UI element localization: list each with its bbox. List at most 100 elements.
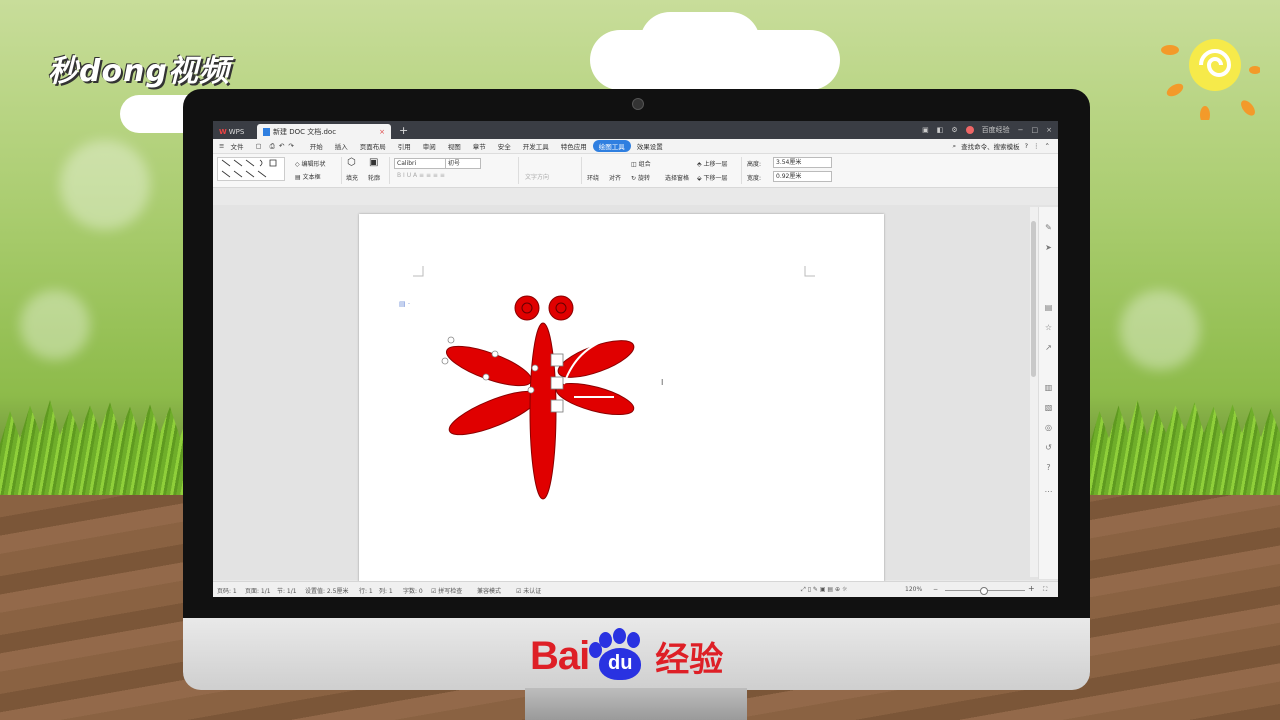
undo-icon[interactable]: ↶	[277, 142, 286, 150]
zoom-level[interactable]: 120%	[905, 586, 922, 593]
monitor-stand	[525, 688, 747, 720]
spell-check-button[interactable]: ☑ 拼写检查	[431, 586, 462, 595]
more-icon[interactable]: ⋮	[1033, 142, 1040, 150]
collapse-ribbon-icon[interactable]: ⌃	[1045, 142, 1050, 150]
share-icon[interactable]: ↗	[1044, 343, 1053, 352]
menu-tab[interactable]: 安全	[492, 141, 517, 151]
right-side-toolbar: ✎ ➤ ▤ ☆ ↗ ▥ ▧ ◎ ↺ ? ⋯	[1038, 207, 1058, 579]
tab-document[interactable]: 新建 DOC 文档.doc ×	[257, 124, 391, 139]
cloud	[640, 12, 760, 72]
zoom-out-icon[interactable]: −	[933, 586, 938, 593]
compat-mode: 兼容模式	[477, 588, 502, 595]
font-size-select[interactable]: 初号	[445, 158, 481, 169]
image-icon[interactable]: ▧	[1044, 403, 1053, 412]
command-search[interactable]: ⌕ 查找命令、搜索模板 ? ⋮ ⌃	[952, 141, 1050, 152]
wing-left-upper	[445, 345, 533, 387]
shape-gallery[interactable]	[217, 157, 285, 181]
wps-window: W WPS 新建 DOC 文档.doc × + ▣ ◧ ⚙ 百度经验 − □ ×…	[213, 121, 1058, 597]
group-label: 组合	[638, 161, 651, 168]
menu-tab[interactable]: 开发工具	[517, 141, 555, 151]
fit-page-icon[interactable]: ⛶	[1043, 586, 1047, 594]
menu-tab-active[interactable]: 绘图工具	[592, 140, 631, 152]
scrollbar-thumb[interactable]	[1031, 221, 1036, 377]
menu-tab[interactable]: 效果设置	[631, 141, 669, 151]
bring-up-button[interactable]: ⬘ 上移一层	[697, 159, 728, 168]
document-icon[interactable]: ▤	[1044, 303, 1053, 312]
miaodong-logo: 秒dong视频	[48, 54, 230, 89]
menu-tab[interactable]: 特色应用	[555, 141, 593, 151]
text-format-icons[interactable]: B I U A ≡ ≡ ≡ ≡	[397, 172, 445, 179]
target-icon[interactable]: ◎	[1044, 423, 1053, 432]
svg-text:I: I	[661, 378, 663, 387]
close-window-icon[interactable]: ×	[1046, 126, 1052, 134]
help-circle-icon[interactable]: ?	[1044, 463, 1053, 472]
skin-icon[interactable]: ◧	[937, 126, 944, 134]
quick-save-icon[interactable]: ▢	[249, 142, 267, 150]
edit-shape-button[interactable]: ◇ 编辑形状	[295, 159, 326, 168]
user-name[interactable]: 百度经验	[982, 125, 1010, 135]
zoom-in-icon[interactable]: +	[1028, 584, 1035, 593]
tab-document-label: 新建 DOC 文档.doc	[273, 127, 337, 136]
quick-print-icon[interactable]: ⎙	[268, 142, 277, 151]
baidu-jingyan-text: 经验	[655, 639, 724, 680]
text-box-button[interactable]: ▤ 文本框	[295, 172, 321, 181]
redo-icon[interactable]: ↷	[286, 142, 295, 150]
more-options-icon[interactable]: ⋯	[1044, 487, 1053, 496]
maximize-icon[interactable]: □	[1032, 126, 1039, 134]
fill-button[interactable]: 填充	[346, 173, 358, 182]
menu-hamburger-icon[interactable]: ≡	[213, 142, 230, 150]
send-down-label: 下移一层	[703, 175, 728, 182]
width-input[interactable]: 0.92厘米	[773, 171, 832, 182]
height-label: 高度:	[747, 161, 762, 168]
webcam-icon	[632, 98, 644, 110]
search-icon: ⌕	[952, 141, 957, 150]
sun-icon	[1161, 39, 1260, 120]
menu-tab[interactable]: 审阅	[417, 141, 442, 151]
send-down-button[interactable]: ⬙ 下移一层	[697, 173, 728, 182]
menu-tab[interactable]: 引用	[392, 141, 417, 151]
cert-status[interactable]: ☑ 未认证	[516, 586, 541, 595]
fill-icon[interactable]: ⬡	[347, 157, 356, 168]
settings-icon[interactable]: ⚙	[951, 126, 957, 134]
vertical-scrollbar[interactable]	[1030, 207, 1038, 577]
pointer-icon[interactable]: ➤	[1044, 243, 1053, 252]
ribbon-separator	[741, 157, 742, 184]
menu-tab[interactable]: 章节	[467, 141, 492, 151]
minimize-icon[interactable]: −	[1018, 126, 1024, 134]
title-bar: W WPS 新建 DOC 文档.doc × + ▣ ◧ ⚙ 百度经验 − □ ×	[213, 121, 1058, 139]
outline-button[interactable]: 轮廓	[368, 173, 380, 182]
menu-tab[interactable]: 开始	[304, 141, 329, 151]
bokeh-light	[1120, 290, 1200, 370]
menu-tab[interactable]: 插入	[329, 141, 354, 151]
group-button[interactable]: ◫ 组合	[631, 159, 651, 168]
view-mode-icons[interactable]: ⤢ ▯ ✎ ▣ ▤ ⊕ ☼	[801, 586, 847, 594]
ribbon-separator	[389, 157, 390, 184]
text-direction-button[interactable]: 文字方向	[525, 172, 549, 181]
help-icon[interactable]: ?	[1025, 142, 1028, 150]
layers-icon[interactable]: ▥	[1044, 383, 1053, 392]
status-col: 列: 1	[379, 588, 393, 595]
close-tab-icon[interactable]: ×	[379, 128, 385, 136]
menu-tab[interactable]: 页面布局	[354, 141, 392, 151]
menu-file[interactable]: 文件	[230, 141, 249, 151]
history-icon[interactable]: ↺	[1044, 443, 1053, 452]
dragonfly-drawing: ▤ · I	[399, 266, 815, 500]
edit-pen-icon[interactable]: ✎	[1044, 223, 1053, 232]
select-pane-button[interactable]: 选择窗格	[665, 173, 689, 182]
wrap-button[interactable]: 环绕	[587, 173, 599, 182]
wing-right-lower	[555, 382, 635, 416]
tab-wps-home[interactable]: W WPS	[215, 125, 257, 139]
rotate-button[interactable]: ↻ 旋转	[631, 173, 650, 182]
menu-tab[interactable]: 视图	[442, 141, 467, 151]
avatar[interactable]	[965, 126, 974, 134]
status-words: 字数: 0	[403, 588, 423, 595]
font-select[interactable]: Calibri	[394, 158, 446, 169]
layout-icon[interactable]: ▣	[922, 126, 929, 134]
new-tab-button[interactable]: +	[399, 124, 408, 137]
align-button[interactable]: 对齐	[609, 173, 621, 182]
document-page[interactable]: ▤ · I	[359, 214, 884, 584]
zoom-slider-handle[interactable]	[980, 587, 988, 595]
height-input[interactable]: 3.54厘米	[773, 157, 832, 168]
outline-icon[interactable]: ▣	[369, 157, 378, 168]
star-icon[interactable]: ☆	[1044, 323, 1053, 332]
